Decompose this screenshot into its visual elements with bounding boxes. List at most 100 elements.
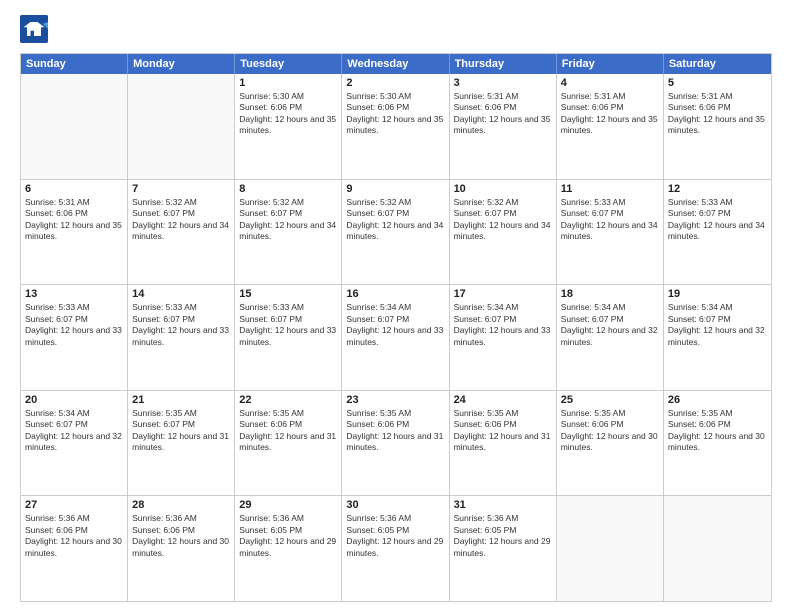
day-number: 12 xyxy=(668,183,767,195)
day-cell-10: 10Sunrise: 5:32 AM Sunset: 6:07 PM Dayli… xyxy=(450,180,557,285)
cell-info: Sunrise: 5:34 AM Sunset: 6:07 PM Dayligh… xyxy=(561,302,659,348)
day-number: 5 xyxy=(668,77,767,89)
header-day-friday: Friday xyxy=(557,54,664,74)
day-cell-16: 16 Sunrise: 5:34 AM Sunset: 6:07 PM Dayli… xyxy=(342,285,449,390)
cell-info: Sunrise: 5:36 AM Sunset: 6:05 PM Dayligh… xyxy=(239,513,337,559)
day-number: 29 xyxy=(239,499,337,511)
day-number: 8 xyxy=(239,183,337,195)
cell-info: Sunrise: 5:35 AM Sunset: 6:07 PM Dayligh… xyxy=(132,408,230,454)
cell-info: Sunrise: 5:35 AM Sunset: 6:06 PM Dayligh… xyxy=(346,408,444,454)
day-number: 7 xyxy=(132,183,230,195)
cell-info: Sunrise: 5:34 AM Sunset: 6:07 PM Dayligh… xyxy=(454,302,552,348)
cell-info: Sunrise: 5:36 AM Sunset: 6:05 PM Dayligh… xyxy=(454,513,552,559)
day-cell-2: 2Sunrise: 5:30 AM Sunset: 6:06 PM Daylig… xyxy=(342,74,449,179)
cell-info: Sunrise: 5:32 AM Sunset: 6:07 PM Dayligh… xyxy=(346,197,444,243)
cell-info: Sunrise: 5:31 AM Sunset: 6:06 PM Dayligh… xyxy=(668,91,767,137)
calendar-header: SundayMondayTuesdayWednesdayThursdayFrid… xyxy=(21,54,771,74)
day-cell-31: 31 Sunrise: 5:36 AM Sunset: 6:05 PM Dayli… xyxy=(450,496,557,601)
day-cell-18: 18 Sunrise: 5:34 AM Sunset: 6:07 PM Dayli… xyxy=(557,285,664,390)
empty-cell xyxy=(557,496,664,601)
day-cell-7: 7 Sunrise: 5:32 AM Sunset: 6:07 PM Daylig… xyxy=(128,180,235,285)
day-cell-30: 30 Sunrise: 5:36 AM Sunset: 6:05 PM Dayli… xyxy=(342,496,449,601)
cell-info: Sunrise: 5:33 AM Sunset: 6:07 PM Dayligh… xyxy=(132,302,230,348)
day-number: 10 xyxy=(454,183,552,195)
day-number: 4 xyxy=(561,77,659,89)
day-cell-26: 26Sunrise: 5:35 AM Sunset: 6:06 PM Dayli… xyxy=(664,391,771,496)
week-row-4: 20 Sunrise: 5:34 AM Sunset: 6:07 PM Dayli… xyxy=(21,391,771,497)
header-day-sunday: Sunday xyxy=(21,54,128,74)
day-number: 16 xyxy=(346,288,444,300)
day-cell-4: 4 Sunrise: 5:31 AM Sunset: 6:06 PM Daylig… xyxy=(557,74,664,179)
day-number: 1 xyxy=(239,77,337,89)
day-number: 30 xyxy=(346,499,444,511)
cell-info: Sunrise: 5:35 AM Sunset: 6:06 PM Dayligh… xyxy=(561,408,659,454)
week-row-3: 13 Sunrise: 5:33 AM Sunset: 6:07 PM Dayli… xyxy=(21,285,771,391)
day-number: 9 xyxy=(346,183,444,195)
day-number: 22 xyxy=(239,394,337,406)
day-cell-13: 13 Sunrise: 5:33 AM Sunset: 6:07 PM Dayli… xyxy=(21,285,128,390)
week-row-5: 27 Sunrise: 5:36 AM Sunset: 6:06 PM Dayli… xyxy=(21,496,771,601)
day-number: 18 xyxy=(561,288,659,300)
day-cell-14: 14 Sunrise: 5:33 AM Sunset: 6:07 PM Dayli… xyxy=(128,285,235,390)
day-number: 2 xyxy=(346,77,444,89)
day-cell-3: 3Sunrise: 5:31 AM Sunset: 6:06 PM Daylig… xyxy=(450,74,557,179)
empty-cell xyxy=(128,74,235,179)
empty-cell xyxy=(664,496,771,601)
day-cell-29: 29 Sunrise: 5:36 AM Sunset: 6:05 PM Dayli… xyxy=(235,496,342,601)
day-number: 15 xyxy=(239,288,337,300)
day-number: 28 xyxy=(132,499,230,511)
day-cell-24: 24 Sunrise: 5:35 AM Sunset: 6:06 PM Dayli… xyxy=(450,391,557,496)
page: SundayMondayTuesdayWednesdayThursdayFrid… xyxy=(0,0,792,612)
cell-info: Sunrise: 5:32 AM Sunset: 6:07 PM Dayligh… xyxy=(239,197,337,243)
cell-info: Sunrise: 5:34 AM Sunset: 6:07 PM Dayligh… xyxy=(668,302,767,348)
day-number: 6 xyxy=(25,183,123,195)
header-day-wednesday: Wednesday xyxy=(342,54,449,74)
calendar: SundayMondayTuesdayWednesdayThursdayFrid… xyxy=(20,53,772,602)
day-number: 20 xyxy=(25,394,123,406)
day-cell-23: 23 Sunrise: 5:35 AM Sunset: 6:06 PM Dayli… xyxy=(342,391,449,496)
cell-info: Sunrise: 5:35 AM Sunset: 6:06 PM Dayligh… xyxy=(239,408,337,454)
logo-icon xyxy=(20,15,48,43)
cell-info: Sunrise: 5:35 AM Sunset: 6:06 PM Dayligh… xyxy=(454,408,552,454)
day-number: 13 xyxy=(25,288,123,300)
day-number: 17 xyxy=(454,288,552,300)
day-number: 25 xyxy=(561,394,659,406)
cell-info: Sunrise: 5:36 AM Sunset: 6:06 PM Dayligh… xyxy=(132,513,230,559)
cell-info: Sunrise: 5:33 AM Sunset: 6:07 PM Dayligh… xyxy=(25,302,123,348)
day-cell-15: 15Sunrise: 5:33 AM Sunset: 6:07 PM Dayli… xyxy=(235,285,342,390)
day-number: 14 xyxy=(132,288,230,300)
cell-info: Sunrise: 5:34 AM Sunset: 6:07 PM Dayligh… xyxy=(346,302,444,348)
empty-cell xyxy=(21,74,128,179)
day-number: 27 xyxy=(25,499,123,511)
day-cell-27: 27Sunrise: 5:36 AM Sunset: 6:06 PM Dayli… xyxy=(21,496,128,601)
header-day-tuesday: Tuesday xyxy=(235,54,342,74)
cell-info: Sunrise: 5:30 AM Sunset: 6:06 PM Dayligh… xyxy=(239,91,337,137)
day-number: 19 xyxy=(668,288,767,300)
cell-info: Sunrise: 5:36 AM Sunset: 6:05 PM Dayligh… xyxy=(346,513,444,559)
day-number: 21 xyxy=(132,394,230,406)
day-cell-6: 6 Sunrise: 5:31 AM Sunset: 6:06 PM Daylig… xyxy=(21,180,128,285)
header-day-thursday: Thursday xyxy=(450,54,557,74)
day-cell-9: 9 Sunrise: 5:32 AM Sunset: 6:07 PM Daylig… xyxy=(342,180,449,285)
cell-info: Sunrise: 5:32 AM Sunset: 6:07 PM Dayligh… xyxy=(132,197,230,243)
day-cell-22: 22 Sunrise: 5:35 AM Sunset: 6:06 PM Dayli… xyxy=(235,391,342,496)
day-number: 23 xyxy=(346,394,444,406)
week-row-1: 1 Sunrise: 5:30 AM Sunset: 6:06 PM Daylig… xyxy=(21,74,771,180)
cell-info: Sunrise: 5:35 AM Sunset: 6:06 PM Dayligh… xyxy=(668,408,767,454)
cell-info: Sunrise: 5:33 AM Sunset: 6:07 PM Dayligh… xyxy=(561,197,659,243)
logo xyxy=(20,15,52,43)
header xyxy=(20,15,772,43)
day-number: 31 xyxy=(454,499,552,511)
cell-info: Sunrise: 5:31 AM Sunset: 6:06 PM Dayligh… xyxy=(561,91,659,137)
day-number: 11 xyxy=(561,183,659,195)
calendar-body: 1 Sunrise: 5:30 AM Sunset: 6:06 PM Daylig… xyxy=(21,74,771,601)
cell-info: Sunrise: 5:34 AM Sunset: 6:07 PM Dayligh… xyxy=(25,408,123,454)
week-row-2: 6 Sunrise: 5:31 AM Sunset: 6:06 PM Daylig… xyxy=(21,180,771,286)
day-cell-21: 21 Sunrise: 5:35 AM Sunset: 6:07 PM Dayli… xyxy=(128,391,235,496)
cell-info: Sunrise: 5:31 AM Sunset: 6:06 PM Dayligh… xyxy=(25,197,123,243)
day-cell-19: 19 Sunrise: 5:34 AM Sunset: 6:07 PM Dayli… xyxy=(664,285,771,390)
day-cell-17: 17 Sunrise: 5:34 AM Sunset: 6:07 PM Dayli… xyxy=(450,285,557,390)
day-cell-28: 28 Sunrise: 5:36 AM Sunset: 6:06 PM Dayli… xyxy=(128,496,235,601)
cell-info: Sunrise: 5:31 AM Sunset: 6:06 PM Dayligh… xyxy=(454,91,552,137)
day-number: 24 xyxy=(454,394,552,406)
